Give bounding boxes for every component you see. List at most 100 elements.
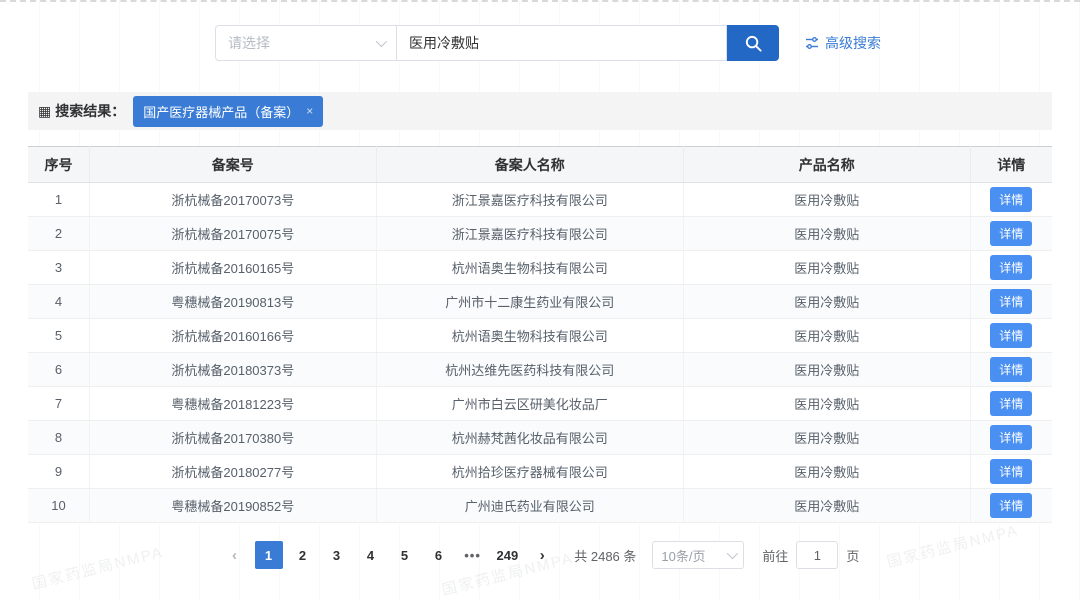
prev-page-icon[interactable]: ‹: [221, 541, 249, 569]
registrant-name: 广州迪氏药业有限公司: [376, 488, 684, 523]
row-index: 4: [28, 284, 90, 319]
row-index: 2: [28, 216, 90, 251]
detail-button[interactable]: 详情: [990, 323, 1033, 348]
goto-page-input[interactable]: [796, 541, 839, 569]
record-number: 浙杭械备20180373号: [89, 352, 377, 387]
detail-button[interactable]: 详情: [990, 357, 1033, 382]
filter-tag: 国产医疗器械产品（备案） ×: [133, 95, 324, 127]
registrant-name: 杭州语奥生物科技有限公司: [376, 318, 684, 353]
next-page-icon[interactable]: ›: [528, 541, 556, 569]
table-row: 8 浙杭械备20170380号 杭州赫梵茜化妆品有限公司 医用冷敷贴 详情: [28, 420, 1052, 455]
table-row: 1 浙杭械备20170073号 浙江景嘉医疗科技有限公司 医用冷敷贴 详情: [28, 182, 1052, 217]
page-size-select[interactable]: 10条/页: [652, 541, 745, 569]
chevron-down-icon: [727, 547, 739, 560]
table-row: 6 浙杭械备20180373号 杭州达维先医药科技有限公司 医用冷敷贴 详情: [28, 352, 1052, 387]
table-row: 7 粤穗械备20181223号 广州市白云区研美化妆品厂 医用冷敷贴 详情: [28, 386, 1052, 421]
advanced-search-label: 高级搜索: [825, 35, 881, 51]
goto-page: 前往 页: [762, 541, 859, 569]
record-number: 浙杭械备20170380号: [89, 420, 377, 455]
page-buttons: 123456: [254, 541, 453, 569]
page-button[interactable]: 1: [254, 541, 283, 569]
search-button[interactable]: [727, 25, 779, 61]
pagination: ‹ 123456 ••• 249 › 共 2486 条 10条/页 前往 页: [0, 541, 1080, 569]
table-row: 10 粤穗械备20190852号 广州迪氏药业有限公司 医用冷敷贴 详情: [28, 488, 1052, 523]
product-name: 医用冷敷贴: [683, 318, 971, 353]
top-dashed-divider: [0, 0, 1080, 2]
record-number: 浙杭械备20170075号: [89, 216, 377, 251]
row-index: 3: [28, 250, 90, 285]
product-name: 医用冷敷贴: [683, 488, 971, 523]
record-number: 浙杭械备20160166号: [89, 318, 377, 353]
search-input[interactable]: [397, 25, 727, 61]
header-registrant: 备案人名称: [376, 146, 684, 183]
header-product: 产品名称: [683, 146, 971, 183]
filter-sliders-icon: [806, 37, 818, 49]
grid-icon: ▦: [38, 102, 52, 119]
last-page-button[interactable]: 249: [493, 541, 523, 569]
detail-button[interactable]: 详情: [990, 493, 1033, 518]
results-label: 搜索结果：: [55, 103, 126, 119]
search-bar: 请选择 高级搜索: [215, 24, 1080, 62]
registrant-name: 杭州拾珍医疗器械有限公司: [376, 454, 684, 489]
category-select-placeholder: 请选择: [228, 35, 270, 51]
registrant-name: 浙江景嘉医疗科技有限公司: [376, 182, 684, 217]
product-name: 医用冷敷贴: [683, 454, 971, 489]
goto-prefix-label: 前往: [762, 548, 789, 564]
category-select[interactable]: 请选择: [215, 25, 397, 61]
detail-button[interactable]: 详情: [990, 255, 1033, 280]
results-bar: ▦ 搜索结果： 国产医疗器械产品（备案） ×: [28, 92, 1052, 130]
page-button[interactable]: 2: [289, 541, 317, 569]
detail-button[interactable]: 详情: [990, 187, 1033, 212]
page-button[interactable]: 5: [391, 541, 419, 569]
table-row: 2 浙杭械备20170075号 浙江景嘉医疗科技有限公司 医用冷敷贴 详情: [28, 216, 1052, 251]
record-number: 粤穗械备20181223号: [89, 386, 377, 421]
search-icon: [745, 35, 762, 52]
registrant-name: 杭州达维先医药科技有限公司: [376, 352, 684, 387]
table-body: 1 浙杭械备20170073号 浙江景嘉医疗科技有限公司 医用冷敷贴 详情 2 浙杭械备20…: [28, 182, 1052, 523]
results-table: 序号 备案号 备案人名称 产品名称 详情 1 浙杭械备20170073号 浙江景嘉医…: [28, 146, 1052, 523]
header-detail: 详情: [970, 146, 1052, 183]
tag-close-icon[interactable]: ×: [306, 105, 313, 117]
registrant-name: 杭州语奥生物科技有限公司: [376, 250, 684, 285]
registrant-name: 广州市十二康生药业有限公司: [376, 284, 684, 319]
header-record-number: 备案号: [89, 146, 377, 183]
product-name: 医用冷敷贴: [683, 182, 971, 217]
registrant-name: 浙江景嘉医疗科技有限公司: [376, 216, 684, 251]
page-button[interactable]: 6: [425, 541, 453, 569]
table-header-row: 序号 备案号 备案人名称 产品名称 详情: [28, 146, 1052, 183]
record-number: 浙杭械备20180277号: [89, 454, 377, 489]
table-row: 9 浙杭械备20180277号 杭州拾珍医疗器械有限公司 医用冷敷贴 详情: [28, 454, 1052, 489]
registrant-name: 杭州赫梵茜化妆品有限公司: [376, 420, 684, 455]
row-index: 10: [28, 488, 90, 523]
more-pages-ellipsis[interactable]: •••: [459, 541, 487, 569]
product-name: 医用冷敷贴: [683, 386, 971, 421]
advanced-search-link[interactable]: 高级搜索: [805, 33, 881, 53]
page-button[interactable]: 3: [323, 541, 351, 569]
row-index: 5: [28, 318, 90, 353]
detail-button[interactable]: 详情: [990, 425, 1033, 450]
row-index: 6: [28, 352, 90, 387]
table-row: 3 浙杭械备20160165号 杭州语奥生物科技有限公司 医用冷敷贴 详情: [28, 250, 1052, 285]
detail-button[interactable]: 详情: [990, 221, 1033, 246]
product-name: 医用冷敷贴: [683, 284, 971, 319]
registrant-name: 广州市白云区研美化妆品厂: [376, 386, 684, 421]
total-count-label: 共 2486 条: [574, 548, 637, 564]
product-name: 医用冷敷贴: [683, 250, 971, 285]
table-row: 5 浙杭械备20160166号 杭州语奥生物科技有限公司 医用冷敷贴 详情: [28, 318, 1052, 353]
detail-button[interactable]: 详情: [990, 289, 1033, 314]
detail-button[interactable]: 详情: [990, 459, 1033, 484]
product-name: 医用冷敷贴: [683, 216, 971, 251]
detail-button[interactable]: 详情: [990, 391, 1033, 416]
record-number: 浙杭械备20160165号: [89, 250, 377, 285]
page-size-value: 10条/页: [661, 548, 706, 564]
row-index: 1: [28, 182, 90, 217]
record-number: 粤穗械备20190813号: [89, 284, 377, 319]
filter-tag-label: 国产医疗器械产品（备案）: [143, 104, 300, 120]
row-index: 9: [28, 454, 90, 489]
chevron-down-icon: [375, 35, 388, 48]
page-button[interactable]: 4: [357, 541, 385, 569]
goto-suffix-label: 页: [846, 548, 860, 564]
table-row: 4 粤穗械备20190813号 广州市十二康生药业有限公司 医用冷敷贴 详情: [28, 284, 1052, 319]
product-name: 医用冷敷贴: [683, 420, 971, 455]
row-index: 8: [28, 420, 90, 455]
